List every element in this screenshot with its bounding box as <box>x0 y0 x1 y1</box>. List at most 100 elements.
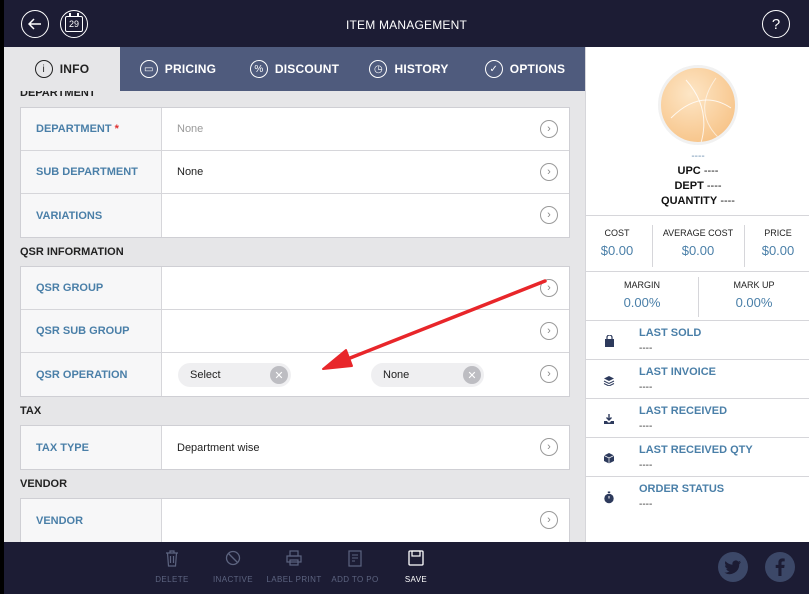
chevron-right-icon[interactable]: › <box>540 279 558 297</box>
twitter-icon[interactable] <box>718 552 748 582</box>
department-row[interactable]: DEPARTMENT * None › <box>21 108 569 151</box>
dept-label: DEPT <box>674 180 704 192</box>
section-tax-title: TAX <box>20 405 42 417</box>
check-icon: ✓ <box>484 60 503 78</box>
section-vendor-title: VENDOR <box>20 478 68 490</box>
department-group: DEPARTMENT * None › SUB DEPARTMENT None ›… <box>20 107 570 238</box>
tax-type-value: Department wise <box>177 441 260 454</box>
bag-icon <box>603 335 615 347</box>
qsr-sub-group-value <box>162 310 569 352</box>
question-icon: ? <box>771 15 781 33</box>
section-qsr-title: QSR INFORMATION <box>20 246 124 258</box>
qsr-group-value <box>162 267 569 309</box>
department-value: None <box>177 123 204 135</box>
tax-group: TAX TYPE Department wise › <box>20 425 570 470</box>
page-title: ITEM MANAGEMENT <box>345 18 467 32</box>
vendor-group: VENDOR › <box>20 498 570 542</box>
tab-bar: i INFO ▭ PRICING % DISCOUNT ◷ HISTORY ✓ … <box>4 47 585 91</box>
quantity-line: QUANTITY ---- <box>586 195 809 207</box>
tab-discount-label: DISCOUNT <box>274 62 340 76</box>
chevron-right-icon[interactable]: › <box>540 511 558 529</box>
inactive-button[interactable]: INACTIVE <box>198 550 268 584</box>
chevron-right-icon[interactable]: › <box>540 120 558 138</box>
chevron-right-icon[interactable]: › <box>540 322 558 340</box>
qsr-sub-group-row[interactable]: QSR SUB GROUP › <box>21 310 569 353</box>
tab-discount[interactable]: % DISCOUNT <box>236 47 353 91</box>
last-received-value: ---- <box>639 421 653 432</box>
stack-icon <box>603 374 615 386</box>
divider <box>586 215 809 216</box>
tab-options[interactable]: ✓ OPTIONS <box>465 47 585 91</box>
clear-icon[interactable]: ✕ <box>463 366 481 384</box>
markup-label: MARK UP <box>733 280 775 290</box>
clear-icon[interactable]: ✕ <box>270 366 288 384</box>
last-sold-label: LAST SOLD <box>639 327 702 339</box>
upc-label: UPC <box>677 165 701 177</box>
order-status-value: ---- <box>639 499 653 510</box>
item-name: ---- <box>691 151 705 162</box>
last-invoice-label: LAST INVOICE <box>639 366 717 378</box>
app-frame: 29 ITEM MANAGEMENT ? i INFO ▭ PRICING % … <box>4 0 809 594</box>
variations-row[interactable]: VARIATIONS › <box>21 194 569 237</box>
tab-info[interactable]: i INFO <box>4 47 120 91</box>
divider <box>586 271 809 272</box>
add-to-po-button[interactable]: ADD TO PO <box>320 550 390 584</box>
vendor-row[interactable]: VENDOR › <box>21 499 569 542</box>
item-image[interactable] <box>658 65 738 145</box>
upc-value: ---- <box>703 165 719 177</box>
label-print-label: LABEL PRINT <box>266 575 322 584</box>
stopwatch-icon <box>603 491 615 503</box>
facebook-icon[interactable] <box>765 552 795 582</box>
delete-button[interactable]: DELETE <box>137 550 207 584</box>
vendor-label: VENDOR <box>21 499 162 542</box>
qsr-operation-select[interactable]: Select ✕ <box>178 363 291 387</box>
tab-pricing[interactable]: ▭ PRICING <box>120 47 236 91</box>
info-icon: i <box>34 60 53 78</box>
tray-download-icon <box>603 413 615 425</box>
average-cost-value: $0.00 <box>681 243 715 258</box>
average-cost-stat: AVERAGE COST $0.00 <box>654 228 742 258</box>
chevron-right-icon[interactable]: › <box>540 206 558 224</box>
item-summary-panel: ---- UPC ---- DEPT ---- QUANTITY ---- CO… <box>585 47 809 542</box>
row-label: DEPARTMENT * <box>21 108 162 150</box>
qsr-group-row[interactable]: QSR GROUP › <box>21 267 569 310</box>
tax-type-row[interactable]: TAX TYPE Department wise › <box>21 426 569 469</box>
save-label: SAVE <box>404 575 428 584</box>
qsr-operation-option-select[interactable]: None ✕ <box>371 363 484 387</box>
delete-label: DELETE <box>155 575 189 584</box>
add-to-po-label: ADD TO PO <box>331 575 379 584</box>
average-cost-label: AVERAGE COST <box>662 228 734 238</box>
price-label: PRICE <box>764 228 792 238</box>
chevron-right-icon[interactable]: › <box>540 438 558 456</box>
vendor-value <box>162 499 569 542</box>
chevron-right-icon[interactable]: › <box>540 365 558 383</box>
last-received-qty-label: LAST RECEIVED QTY <box>639 444 753 456</box>
upc-line: UPC ---- <box>586 165 809 177</box>
qsr-group: QSR GROUP › QSR SUB GROUP › QSR OPERATIO… <box>20 266 570 397</box>
order-status-row: ORDER STATUS ---- <box>586 477 809 516</box>
last-received-label: LAST RECEIVED <box>639 405 728 417</box>
quantity-label: QUANTITY <box>661 195 718 207</box>
price-stat: PRICE $0.00 <box>746 228 809 258</box>
markup-value: 0.00% <box>735 295 773 310</box>
help-button[interactable]: ? <box>762 10 790 38</box>
block-icon <box>198 550 268 570</box>
divider <box>652 225 653 267</box>
required-mark: * <box>114 123 119 135</box>
tax-type-label: TAX TYPE <box>21 426 162 469</box>
chevron-right-icon[interactable]: › <box>540 163 558 181</box>
label-print-button[interactable]: LABEL PRINT <box>259 550 329 584</box>
item-info-form[interactable]: DEPARTMENT DEPARTMENT * None › SUB DEPART… <box>4 91 585 542</box>
department-label: DEPARTMENT <box>36 123 112 135</box>
dept-line: DEPT ---- <box>586 180 809 192</box>
document-plus-icon <box>320 550 390 570</box>
variations-value <box>162 194 569 237</box>
sub-department-row[interactable]: SUB DEPARTMENT None › <box>21 151 569 194</box>
last-received-qty-row: LAST RECEIVED QTY ---- <box>586 438 809 477</box>
save-button[interactable]: SAVE <box>381 550 451 584</box>
tab-history[interactable]: ◷ HISTORY <box>353 47 465 91</box>
quantity-value: ---- <box>720 195 735 207</box>
percent-icon: % <box>249 60 268 78</box>
margin-label: MARGIN <box>624 280 660 290</box>
last-received-qty-value: ---- <box>639 460 653 471</box>
